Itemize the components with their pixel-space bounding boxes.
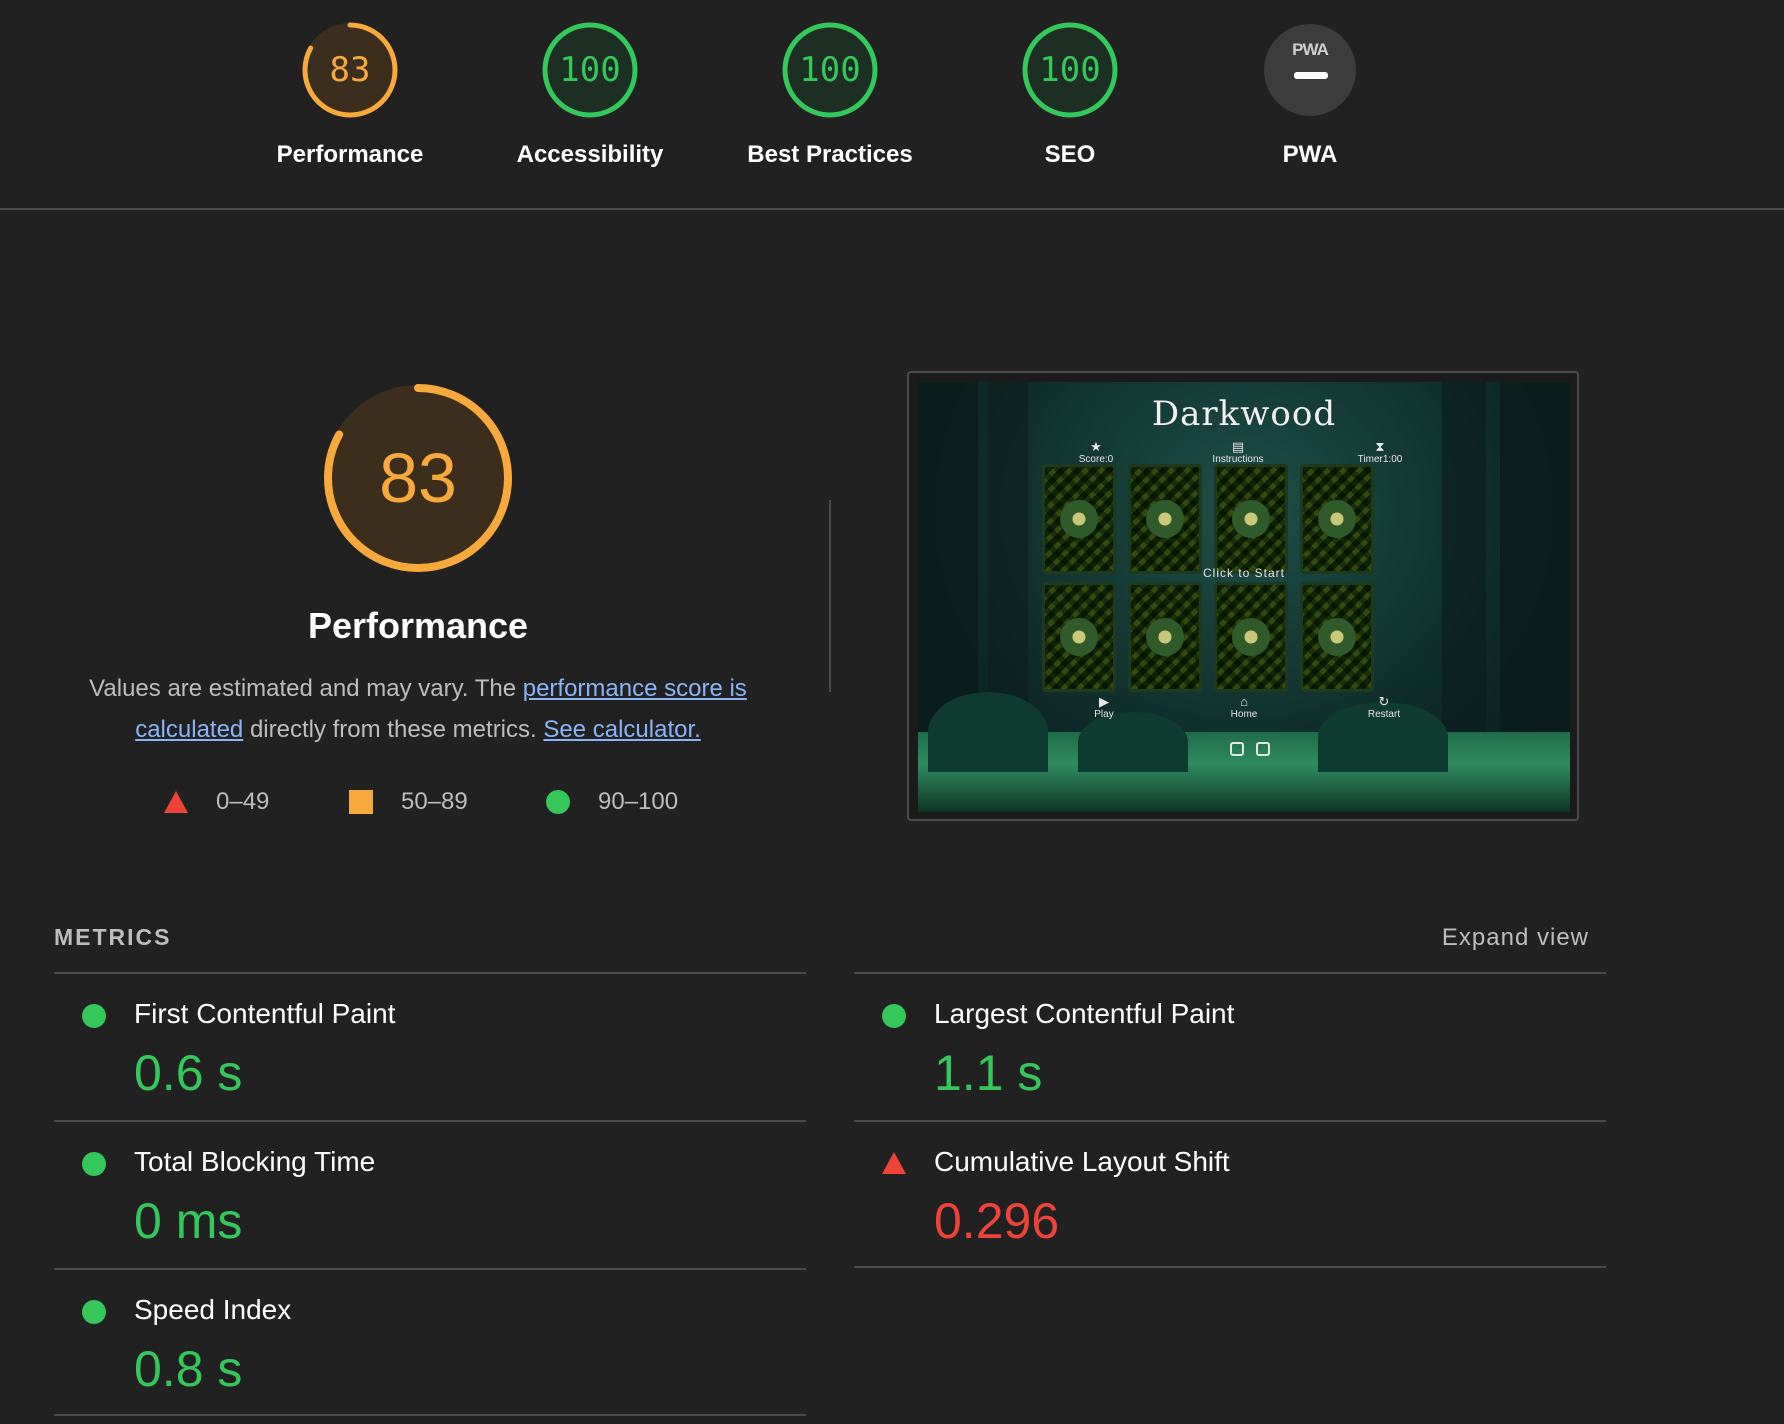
metric-total-blocking-time: Total Blocking Time 0 ms bbox=[54, 1122, 806, 1268]
gauge-label: PWA bbox=[1282, 141, 1338, 168]
metric-name: Speed Index bbox=[134, 1294, 292, 1325]
memory-card bbox=[1042, 464, 1116, 574]
memory-card bbox=[1214, 464, 1288, 574]
book-icon: ▤ bbox=[1231, 439, 1245, 454]
metric-name: Largest Contentful Paint bbox=[934, 998, 1235, 1029]
expand-view-toggle[interactable]: Expand view bbox=[1442, 924, 1589, 952]
restart-icon: ↻ bbox=[1378, 694, 1390, 709]
category-scores-bar: 83 Performance 100 Accessibility 100 Bes… bbox=[0, 0, 1784, 210]
fail-triangle-icon bbox=[164, 791, 188, 813]
gauge-score: 100 bbox=[799, 50, 861, 90]
bush bbox=[928, 692, 1048, 772]
metric-value: 1.1 s bbox=[934, 1045, 1043, 1101]
control-play: ▶ Play bbox=[1064, 694, 1144, 721]
hud-score: ★ Score:0 bbox=[1036, 439, 1156, 466]
gauge-ring: 100 bbox=[1020, 20, 1120, 120]
gauge-label: Accessibility bbox=[516, 141, 664, 168]
pass-circle-icon bbox=[82, 1152, 106, 1176]
metric-name: Total Blocking Time bbox=[134, 1146, 376, 1177]
github-icon bbox=[1230, 742, 1244, 756]
gauge-label: Performance bbox=[276, 141, 424, 168]
legend-range-pass: 90–100 bbox=[598, 788, 679, 815]
gauge-score: 100 bbox=[1039, 50, 1101, 90]
legend-range-average: 50–89 bbox=[401, 788, 468, 815]
metric-value: 0.6 s bbox=[134, 1045, 243, 1101]
metrics-divider bbox=[54, 1414, 806, 1416]
memory-card bbox=[1128, 464, 1202, 574]
metric-value: 0.296 bbox=[934, 1193, 1060, 1249]
memory-card bbox=[1300, 582, 1374, 692]
metric-name: Cumulative Layout Shift bbox=[934, 1146, 1230, 1177]
hourglass-icon: ⧗ bbox=[1375, 439, 1385, 454]
bush bbox=[1078, 712, 1188, 772]
legend-range-fail: 0–49 bbox=[216, 788, 270, 815]
gauge-pwa[interactable]: PWA PWA bbox=[1190, 20, 1430, 169]
metric-cumulative-layout-shift: Cumulative Layout Shift 0.296 bbox=[854, 1122, 1606, 1268]
gauge-score: 83 bbox=[329, 50, 371, 90]
vertical-divider bbox=[829, 500, 831, 692]
hud-timer: ⧗ Timer1:00 bbox=[1320, 439, 1440, 466]
gauge-best-practices[interactable]: 100 Best Practices bbox=[710, 20, 950, 169]
memory-card bbox=[1300, 464, 1374, 574]
metric-largest-contentful-paint: Largest Contentful Paint 1.1 s bbox=[854, 974, 1606, 1120]
gauge-seo[interactable]: 100 SEO bbox=[950, 20, 1190, 169]
performance-gauge-large: 83 bbox=[320, 380, 516, 576]
metrics-divider bbox=[854, 1266, 1606, 1268]
metric-value: 0.8 s bbox=[134, 1341, 243, 1397]
see-calculator-link[interactable]: See calculator. bbox=[543, 716, 700, 743]
gauge-accessibility[interactable]: 100 Accessibility bbox=[470, 20, 710, 169]
performance-score: 83 bbox=[379, 439, 457, 517]
pwa-icon: PWA bbox=[1264, 24, 1356, 116]
memory-card bbox=[1042, 582, 1116, 692]
score-legend: 0–49 50–89 90–100 bbox=[0, 786, 800, 818]
pass-circle-icon bbox=[882, 1004, 906, 1028]
gauge-performance[interactable]: 83 Performance bbox=[230, 20, 470, 169]
gauge-ring: 100 bbox=[780, 20, 880, 120]
performance-title: Performance bbox=[307, 605, 529, 646]
gauge-ring: 83 bbox=[300, 20, 400, 120]
play-icon: ▶ bbox=[1099, 694, 1109, 709]
fail-triangle-icon bbox=[882, 1152, 906, 1174]
description-text: Values are estimated and may vary. The bbox=[89, 675, 523, 702]
gauge-label: Best Practices bbox=[747, 141, 913, 168]
control-restart: ↻ Restart bbox=[1344, 694, 1424, 721]
performance-description: Values are estimated and may vary. The p… bbox=[68, 668, 768, 750]
gauge-label: SEO bbox=[1044, 141, 1096, 168]
pass-circle-icon bbox=[82, 1004, 106, 1028]
gauge-ring: 100 bbox=[540, 20, 640, 120]
click-to-start-text: Click to Start bbox=[1202, 566, 1285, 580]
pwa-badge-text: PWA bbox=[1292, 40, 1329, 59]
control-home: ⌂ Home bbox=[1204, 694, 1284, 721]
final-screenshot-frame[interactable]: Darkwood ★ Score:0 ▤ Instructions ⧗ Timer1:… bbox=[907, 371, 1579, 821]
home-icon: ⌂ bbox=[1240, 694, 1248, 709]
metric-speed-index: Speed Index 0.8 s bbox=[54, 1270, 806, 1416]
pass-circle-icon bbox=[546, 790, 570, 814]
linkedin-icon bbox=[1256, 742, 1270, 756]
final-screenshot: Darkwood ★ Score:0 ▤ Instructions ⧗ Timer1:… bbox=[918, 382, 1570, 812]
metrics-heading: METRICS bbox=[54, 924, 172, 950]
memory-card bbox=[1214, 582, 1288, 692]
metric-first-contentful-paint: First Contentful Paint 0.6 s bbox=[54, 974, 806, 1120]
control-play-label: Play bbox=[1094, 709, 1114, 720]
description-text: directly from these metrics. bbox=[243, 716, 544, 743]
control-home-label: Home bbox=[1230, 709, 1258, 720]
metric-value: 0 ms bbox=[134, 1193, 243, 1249]
pwa-dash-icon bbox=[1294, 72, 1328, 79]
star-icon: ★ bbox=[1090, 439, 1102, 454]
control-restart-label: Restart bbox=[1367, 709, 1401, 720]
memory-card bbox=[1128, 582, 1202, 692]
hud-instructions: ▤ Instructions bbox=[1178, 439, 1298, 466]
game-title: Darkwood bbox=[1151, 394, 1337, 434]
pwa-badge-ring: PWA bbox=[1260, 20, 1360, 120]
pass-circle-icon bbox=[82, 1300, 106, 1324]
metric-name: First Contentful Paint bbox=[134, 998, 396, 1029]
gauge-score: 100 bbox=[559, 50, 621, 90]
average-square-icon bbox=[349, 790, 373, 814]
